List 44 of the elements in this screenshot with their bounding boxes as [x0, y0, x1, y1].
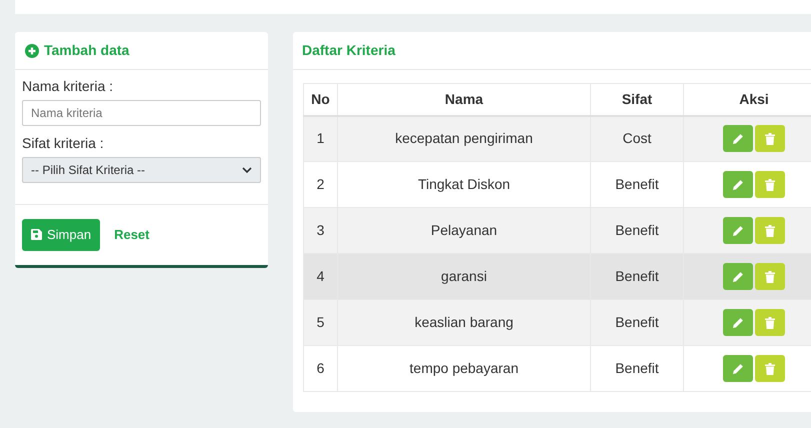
delete-button[interactable]: [755, 355, 785, 382]
delete-button[interactable]: [755, 217, 785, 244]
table-cell: kecepatan pengiriman: [338, 116, 590, 162]
table-cell: Benefit: [590, 300, 684, 346]
delete-button[interactable]: [755, 125, 785, 152]
plus-circle-icon: [25, 44, 39, 58]
pencil-icon: [732, 362, 744, 374]
table-cell: keaslian barang: [338, 300, 590, 346]
trash-icon: [765, 178, 775, 190]
table-cell: tempo pebayaran: [338, 346, 590, 392]
delete-button[interactable]: [755, 171, 785, 198]
card-title: Tambah data: [44, 41, 130, 60]
delete-button[interactable]: [755, 263, 785, 290]
trash-icon: [765, 224, 775, 236]
table-cell: Cost: [590, 116, 684, 162]
field-label: Nama kriteria :: [22, 77, 114, 96]
trash-icon: [765, 270, 775, 282]
table-cell: 5: [304, 300, 338, 346]
delete-button[interactable]: [755, 309, 785, 336]
table-cell: 1: [304, 116, 338, 162]
trash-icon: [765, 316, 775, 328]
field-label: Sifat kriteria :: [22, 134, 105, 153]
pencil-icon: [732, 270, 744, 282]
reset-link[interactable]: Reset: [114, 225, 150, 244]
select-field[interactable]: -- Pilih Sifat Kriteria --: [22, 157, 261, 183]
pencil-icon: [732, 316, 744, 328]
pencil-icon: [732, 224, 744, 236]
pencil-icon: [732, 132, 744, 145]
chevron-down-icon: [242, 166, 252, 174]
input-field[interactable]: Nama kriteria: [22, 100, 261, 126]
pencil-icon: [732, 178, 744, 190]
trash-icon: [765, 132, 775, 145]
edit-button[interactable]: [723, 171, 753, 198]
edit-button[interactable]: [723, 309, 753, 336]
trash-icon: [765, 362, 775, 374]
edit-button[interactable]: [723, 217, 753, 244]
table-cell: Benefit: [590, 346, 684, 392]
edit-button[interactable]: [723, 355, 753, 382]
table-cell: 6: [304, 346, 338, 392]
edit-button[interactable]: [723, 125, 753, 152]
edit-button[interactable]: [723, 263, 753, 290]
column-header: No: [304, 84, 338, 116]
card-title: Daftar Kriteria: [302, 41, 396, 60]
save-button[interactable]: Simpan: [22, 219, 100, 250]
